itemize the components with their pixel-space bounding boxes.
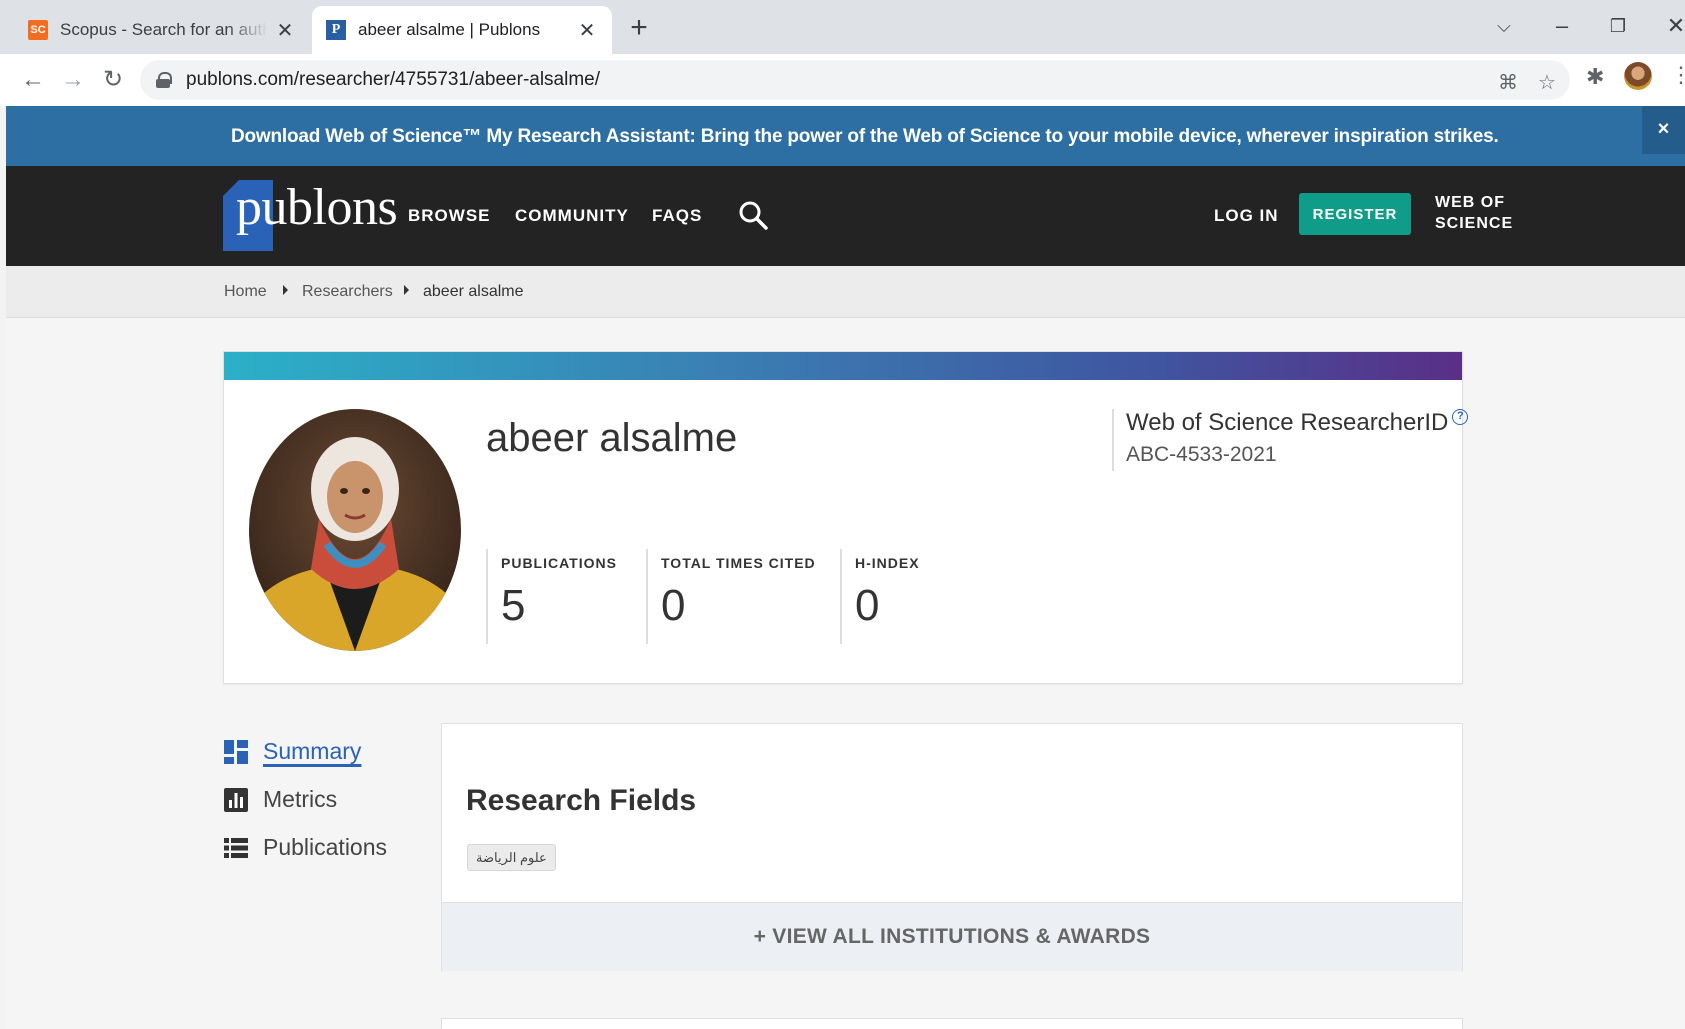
metric-label: H-INDEX — [855, 555, 920, 571]
metric-value: 5 — [501, 581, 526, 630]
bookmark-star-icon[interactable]: ☆ — [1538, 70, 1556, 95]
search-icon[interactable] — [738, 200, 768, 230]
translate-icon[interactable]: ⌘ — [1498, 70, 1518, 95]
browser-window: SC Scopus - Search for an author profile… — [0, 0, 1685, 1029]
restore-icon[interactable]: ❐ — [1598, 8, 1638, 44]
research-fields-panel: Research Fields علوم الرياضة + VIEW ALL … — [441, 723, 1463, 971]
tab-strip: SC Scopus - Search for an author profile… — [0, 0, 1685, 54]
sidenav-label: Summary — [263, 738, 362, 764]
tab-search-chevron-icon[interactable]: ⌵ — [1484, 8, 1524, 44]
research-field-tag[interactable]: علوم الرياضة — [467, 844, 556, 871]
new-tab-button[interactable]: + — [624, 12, 654, 44]
researcher-id-box: Web of Science ResearcherID? ABC-4533-20… — [1112, 409, 1469, 471]
card-header-stripe — [224, 352, 1462, 380]
wos-line-2: SCIENCE — [1435, 215, 1514, 232]
login-link[interactable]: LOG IN — [1214, 206, 1279, 226]
reload-icon[interactable]: ↻ — [95, 62, 131, 98]
forward-arrow-icon[interactable]: → — [55, 62, 91, 98]
sidenav-label: Publications — [263, 834, 388, 860]
researcher-id-label: Web of Science ResearcherID? — [1126, 409, 1469, 437]
breadcrumb-current: abeer alsalme — [423, 283, 524, 300]
breadcrumb-caret-icon — [283, 285, 288, 295]
sidenav-summary[interactable]: Summary — [224, 738, 361, 765]
browser-profile-avatar[interactable] — [1624, 62, 1652, 90]
researcher-id-value: ABC-4533-2021 — [1126, 443, 1277, 466]
web-of-science-link[interactable]: WEB OF SCIENCE — [1435, 192, 1513, 234]
banner-close-button[interactable]: × — [1642, 106, 1685, 154]
nav-community[interactable]: COMMUNITY — [515, 206, 629, 226]
back-arrow-icon[interactable]: ← — [15, 62, 51, 98]
breadcrumb-researchers[interactable]: Researchers — [302, 283, 393, 301]
nav-browse[interactable]: BROWSE — [408, 206, 491, 226]
tab-title: Scopus - Search for an author profile — [60, 20, 268, 39]
profile-photo — [249, 409, 461, 651]
lock-icon — [156, 72, 172, 88]
browser-toolbar: ← → ↻ publons.com/researcher/4755731/abe… — [0, 54, 1685, 106]
tab-publons[interactable]: P abeer alsalme | Publons ✕ — [312, 6, 612, 54]
breadcrumb: Home Researchers abeer alsalme — [6, 266, 1685, 318]
wos-line-1: WEB OF — [1435, 194, 1505, 211]
researcher-id-label-text: Web of Science ResearcherID — [1126, 409, 1449, 436]
page-content: Download Web of Science™ My Research Ass… — [6, 106, 1685, 1029]
sidenav-label: Metrics — [263, 786, 338, 812]
next-panel — [441, 1018, 1463, 1029]
breadcrumb-home[interactable]: Home — [224, 283, 267, 301]
url-text: publons.com/researcher/4755731/abeer-als… — [186, 69, 601, 90]
publons-favicon-icon: P — [326, 20, 346, 40]
bar-chart-icon — [224, 787, 248, 812]
list-icon — [224, 837, 248, 858]
register-button[interactable]: REGISTER — [1299, 193, 1411, 235]
metric-times-cited[interactable]: TOTAL TIMES CITED 0 — [646, 549, 816, 644]
profile-card: abeer alsalme Web of Science ResearcherI… — [223, 351, 1469, 684]
sidenav-publications[interactable]: Publications — [224, 834, 387, 861]
metric-h-index[interactable]: H-INDEX 0 — [840, 549, 920, 644]
minimize-icon[interactable]: – — [1542, 8, 1582, 44]
browser-menu-icon[interactable]: ⋮ — [1670, 62, 1685, 88]
extensions-puzzle-icon[interactable]: ✱ — [1586, 64, 1604, 90]
research-fields-title: Research Fields — [466, 784, 697, 817]
metric-label: TOTAL TIMES CITED — [661, 555, 816, 571]
researcher-name: abeer alsalme — [486, 416, 738, 460]
dashboard-icon — [224, 739, 248, 764]
promo-banner: Download Web of Science™ My Research Ass… — [6, 106, 1685, 166]
banner-text[interactable]: Download Web of Science™ My Research Ass… — [231, 126, 1499, 148]
help-icon[interactable]: ? — [1452, 409, 1469, 425]
tab-scopus[interactable]: SC Scopus - Search for an author profile… — [14, 6, 310, 54]
tab-title: abeer alsalme | Publons — [358, 20, 541, 39]
site-navbar: publons BROWSE COMMUNITY FAQS LOG IN REG… — [6, 166, 1685, 266]
metric-value: 0 — [855, 581, 880, 630]
view-all-institutions-button[interactable]: + VIEW ALL INSTITUTIONS & AWARDS — [442, 902, 1462, 971]
nav-faqs[interactable]: FAQS — [652, 206, 702, 226]
publons-logo[interactable]: publons — [236, 178, 398, 237]
window-close-icon[interactable]: ✕ — [1656, 8, 1685, 44]
tab-close-icon[interactable]: ✕ — [274, 18, 296, 43]
breadcrumb-caret-icon — [404, 285, 409, 295]
tab-close-icon[interactable]: ✕ — [576, 18, 598, 43]
address-bar[interactable]: publons.com/researcher/4755731/abeer-als… — [140, 60, 1570, 100]
metric-value: 0 — [661, 581, 686, 630]
scopus-favicon-icon: SC — [28, 20, 48, 40]
metric-label: PUBLICATIONS — [501, 555, 617, 571]
metric-publications[interactable]: PUBLICATIONS 5 — [486, 549, 617, 644]
sidenav-metrics[interactable]: Metrics — [224, 786, 337, 813]
